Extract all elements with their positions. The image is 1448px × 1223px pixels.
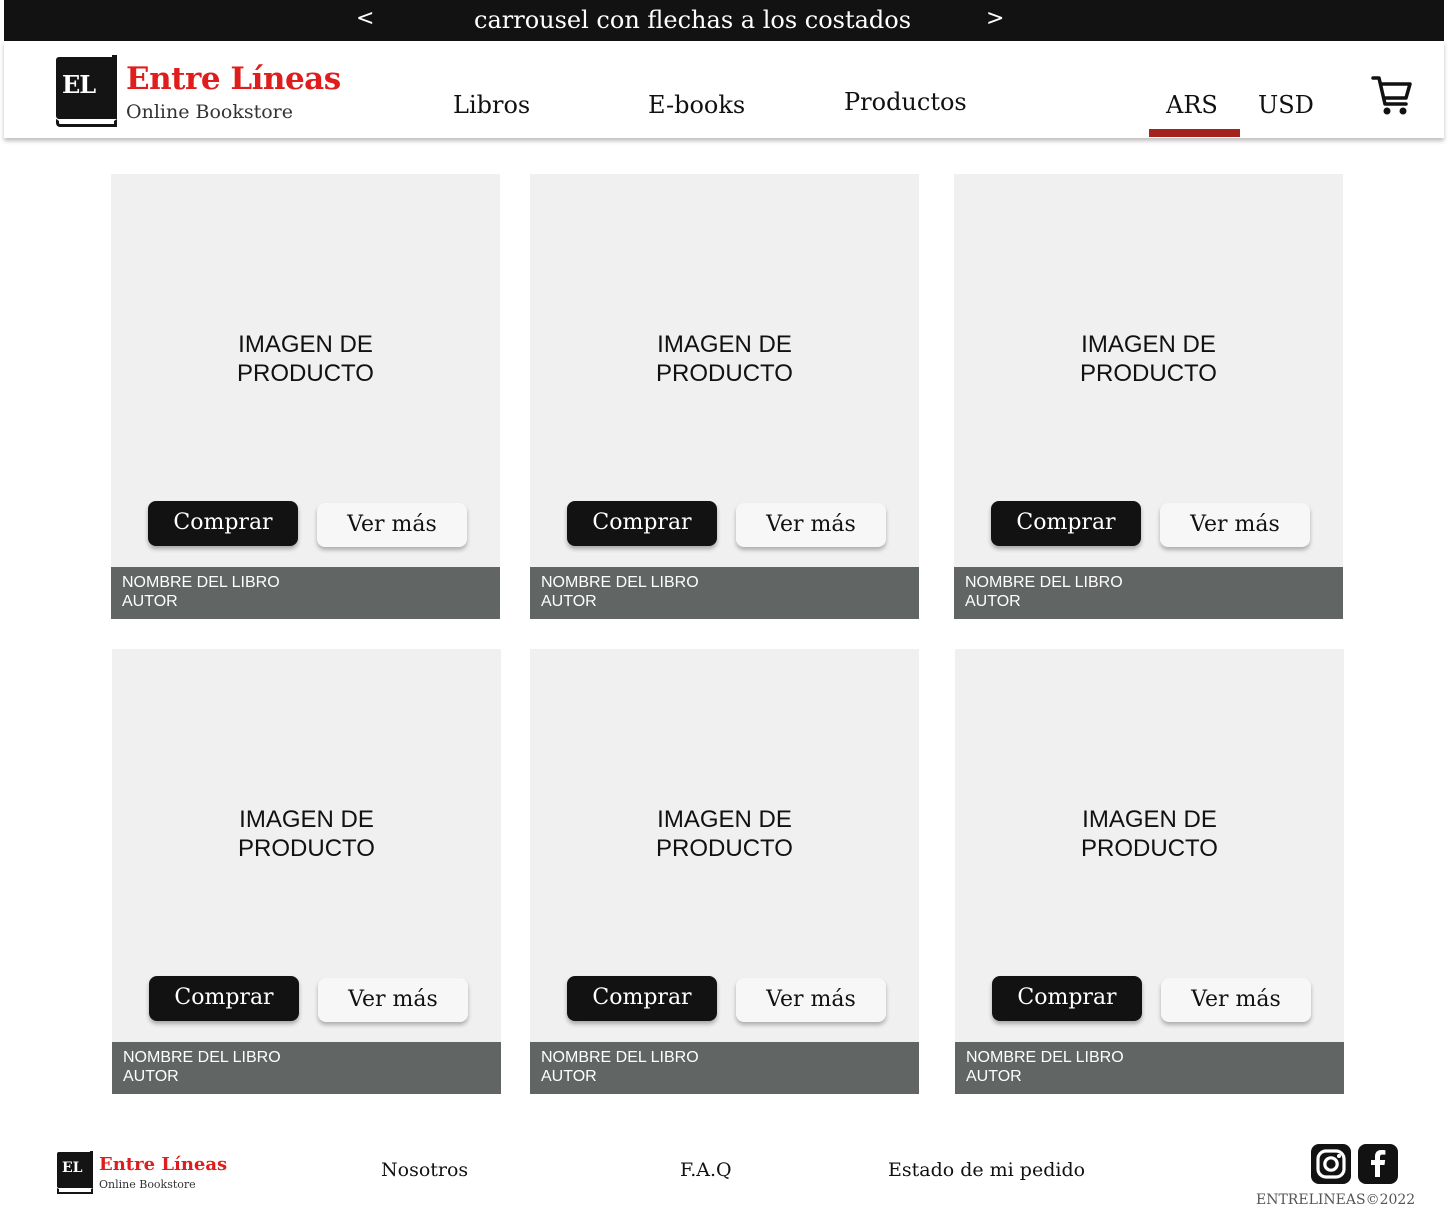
product-info: NOMBRE DEL LIBRO AUTOR <box>955 1042 1344 1094</box>
brand-logo[interactable]: EL Entre Líneas Online Bookstore <box>54 55 354 129</box>
see-more-button[interactable]: Ver más <box>736 978 886 1022</box>
buy-button[interactable]: Comprar <box>992 976 1142 1021</box>
brand-name: Entre Líneas <box>126 61 341 97</box>
see-more-button[interactable]: Ver más <box>318 978 468 1022</box>
product-card: IMAGEN DE PRODUCTO Comprar Ver más NOMBR… <box>954 174 1343 619</box>
logo-mark-text: EL <box>62 70 96 99</box>
currency-selected-indicator <box>1149 129 1240 137</box>
product-info: NOMBRE DEL LIBRO AUTOR <box>954 567 1343 619</box>
book-title: NOMBRE DEL LIBRO <box>122 574 280 591</box>
book-author: AUTOR <box>122 593 178 610</box>
footer-brand-logo[interactable]: EL Entre Líneas Online Bookstore <box>56 1151 236 1195</box>
carousel-prev-button[interactable]: < <box>356 6 374 31</box>
book-author: AUTOR <box>541 593 597 610</box>
see-more-button[interactable]: Ver más <box>1160 503 1310 547</box>
facebook-icon[interactable] <box>1358 1144 1398 1184</box>
nav-item-productos[interactable]: Productos <box>844 88 967 116</box>
book-title: NOMBRE DEL LIBRO <box>966 1049 1124 1066</box>
product-image-label: IMAGEN DE PRODUCTO <box>1080 331 1217 387</box>
product-image-label: IMAGEN DE PRODUCTO <box>238 806 375 862</box>
buy-button[interactable]: Comprar <box>567 976 717 1021</box>
product-image-label: IMAGEN DE PRODUCTO <box>656 806 793 862</box>
product-info: NOMBRE DEL LIBRO AUTOR <box>530 1042 919 1094</box>
book-title: NOMBRE DEL LIBRO <box>541 1049 699 1066</box>
cart-icon[interactable] <box>1370 73 1414 117</box>
footer-logo-mark-text: EL <box>62 1160 83 1176</box>
footer-link-faq[interactable]: F.A.Q <box>680 1159 732 1181</box>
product-info: NOMBRE DEL LIBRO AUTOR <box>111 567 500 619</box>
instagram-icon[interactable] <box>1311 1144 1351 1184</box>
site-header: EL Entre Líneas Online Bookstore Libros … <box>4 41 1444 138</box>
book-logo-icon: EL <box>54 55 120 127</box>
footer-brand-name: Entre Líneas <box>99 1154 228 1175</box>
book-title: NOMBRE DEL LIBRO <box>123 1049 281 1066</box>
see-more-button[interactable]: Ver más <box>736 503 886 547</box>
book-author: AUTOR <box>965 593 1021 610</box>
product-card: IMAGEN DE PRODUCTO Comprar Ver más NOMBR… <box>111 174 500 619</box>
product-image-label: IMAGEN DE PRODUCTO <box>656 331 793 387</box>
buy-button[interactable]: Comprar <box>991 501 1141 546</box>
product-image-label: IMAGEN DE PRODUCTO <box>237 331 374 387</box>
nav-item-ebooks[interactable]: E-books <box>648 91 745 119</box>
product-card: IMAGEN DE PRODUCTO Comprar Ver más NOMBR… <box>112 649 501 1094</box>
buy-button[interactable]: Comprar <box>567 501 717 546</box>
buy-button[interactable]: Comprar <box>148 501 298 546</box>
book-author: AUTOR <box>123 1068 179 1085</box>
book-author: AUTOR <box>541 1068 597 1085</box>
book-author: AUTOR <box>966 1068 1022 1085</box>
product-card: IMAGEN DE PRODUCTO Comprar Ver más NOMBR… <box>955 649 1344 1094</box>
copyright-text: ENTRELINEAS©2022 <box>1256 1192 1416 1208</box>
book-title: NOMBRE DEL LIBRO <box>541 574 699 591</box>
footer-link-nosotros[interactable]: Nosotros <box>381 1159 468 1181</box>
see-more-button[interactable]: Ver más <box>1161 978 1311 1022</box>
footer-link-order-status[interactable]: Estado de mi pedido <box>888 1159 1085 1181</box>
product-image-label: IMAGEN DE PRODUCTO <box>1081 806 1218 862</box>
product-info: NOMBRE DEL LIBRO AUTOR <box>112 1042 501 1094</box>
carousel-text: carrousel con flechas a los costados <box>474 6 912 34</box>
currency-ars-button[interactable]: ARS <box>1166 91 1218 119</box>
footer-brand-tagline: Online Bookstore <box>99 1178 196 1191</box>
product-card: IMAGEN DE PRODUCTO Comprar Ver más NOMBR… <box>530 174 919 619</box>
nav-item-libros[interactable]: Libros <box>453 91 530 119</box>
book-title: NOMBRE DEL LIBRO <box>965 574 1123 591</box>
product-info: NOMBRE DEL LIBRO AUTOR <box>530 567 919 619</box>
product-card: IMAGEN DE PRODUCTO Comprar Ver más NOMBR… <box>530 649 919 1094</box>
announcement-carousel: < carrousel con flechas a los costados > <box>4 0 1444 41</box>
brand-tagline: Online Bookstore <box>126 101 293 123</box>
carousel-next-button[interactable]: > <box>986 6 1004 31</box>
see-more-button[interactable]: Ver más <box>317 503 467 547</box>
currency-usd-button[interactable]: USD <box>1258 91 1314 119</box>
buy-button[interactable]: Comprar <box>149 976 299 1021</box>
